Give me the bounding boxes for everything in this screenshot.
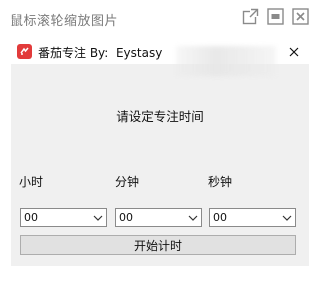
viewer-title: 鼠标滚轮缩放图片 [10, 14, 119, 29]
open-external-icon[interactable] [242, 8, 259, 25]
minutes-dropdown[interactable]: 00 [115, 208, 202, 227]
chevron-down-icon [282, 215, 292, 221]
chevron-down-icon [188, 215, 198, 221]
chevron-down-icon [93, 215, 103, 221]
seconds-dropdown[interactable]: 00 [209, 208, 296, 227]
close-icon[interactable] [292, 8, 309, 25]
minutes-label: 分钟 [115, 175, 140, 189]
app-titlebar: 番茄专注 By: Eystasy [11, 40, 309, 64]
start-timer-button[interactable]: 开始计时 [20, 235, 296, 255]
app-window: 番茄专注 By: Eystasy 请设定专注时间 小时 分钟 秒钟 00 00 [10, 39, 310, 267]
minutes-value: 00 [119, 211, 133, 224]
seconds-label: 秒钟 [208, 175, 233, 189]
app-close-icon[interactable] [285, 43, 303, 61]
restore-icon[interactable] [267, 8, 284, 25]
viewer-toolbar [242, 8, 309, 25]
tomato-logo-icon [17, 44, 32, 59]
app-title: 番茄专注 By: Eystasy [38, 46, 163, 60]
seconds-value: 00 [213, 211, 227, 224]
hours-dropdown[interactable]: 00 [20, 208, 107, 227]
image-viewer: 鼠标滚轮缩放图片 番茄专注 By: Eystasy 请设定专注时间 小时 分钟 … [0, 0, 319, 304]
focus-time-prompt: 请设定专注时间 [116, 109, 204, 124]
hours-value: 00 [24, 211, 38, 224]
hours-label: 小时 [19, 175, 44, 189]
